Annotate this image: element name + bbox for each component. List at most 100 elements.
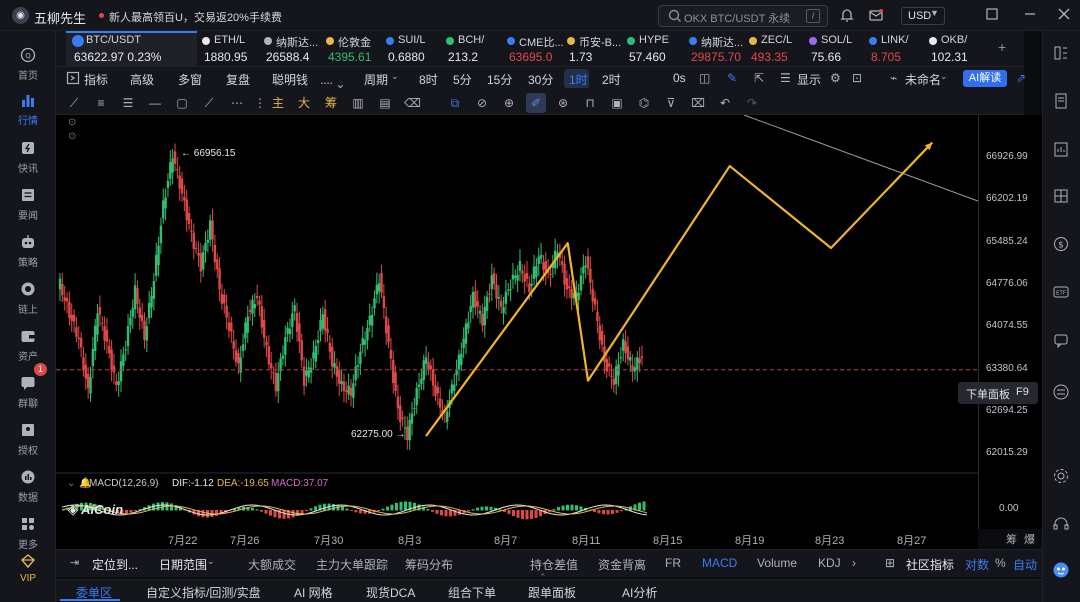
parallel-lines-icon[interactable]: ≡ bbox=[93, 95, 109, 111]
nav-item-7[interactable]: 群聊 bbox=[0, 368, 56, 414]
search-input[interactable]: OKX BTC/USDT 永续 bbox=[684, 10, 790, 26]
chart-type-icon[interactable]: ᠁ ⌄ bbox=[318, 71, 345, 92]
date-range-button[interactable]: 日期范围 bbox=[159, 556, 207, 573]
promo-notice[interactable]: 新人最高领百U，交易返20%手续费 bbox=[109, 9, 282, 25]
ticker-tab[interactable]: SUI/L 0.6880 bbox=[386, 31, 442, 67]
indicator-item[interactable]: 持仓差值 bbox=[530, 556, 578, 573]
period-1h[interactable]: 1时 bbox=[569, 71, 588, 88]
ticker-tab[interactable]: ETH/L 1880.95 bbox=[202, 31, 260, 67]
nav-item-0[interactable]: Q 首页 bbox=[0, 40, 56, 86]
external-link-icon[interactable]: ⇗ bbox=[1016, 71, 1026, 85]
nav-item-3[interactable]: 要闻 bbox=[0, 180, 56, 226]
indicator-item[interactable]: 大额成交 bbox=[248, 556, 296, 573]
ticker-tab[interactable]: 纳斯达... 29875.70 bbox=[689, 31, 745, 67]
pen-icon[interactable]: ✎ bbox=[727, 71, 737, 85]
lock-icon[interactable]: ⊓ bbox=[582, 95, 598, 111]
clipboard-chart-icon[interactable] bbox=[1052, 140, 1070, 158]
document-icon[interactable] bbox=[1052, 92, 1070, 110]
candle-icon[interactable]: ▥ bbox=[350, 95, 366, 111]
camera-icon[interactable]: ◫ bbox=[699, 71, 710, 85]
zoom-in-icon[interactable]: ⊕ bbox=[501, 95, 517, 111]
large-chip-button[interactable]: 大 bbox=[296, 95, 312, 111]
brush-tool-icon[interactable]: ⟋ bbox=[201, 95, 217, 111]
period-2h[interactable]: 2时 bbox=[602, 71, 621, 88]
layout-icon[interactable]: ☰ bbox=[780, 71, 791, 85]
chart-icon[interactable]: ▤ bbox=[377, 95, 393, 111]
bottom-tab[interactable]: 自定义指标/回测/实盘 bbox=[146, 584, 261, 601]
period-5m[interactable]: 5分 bbox=[453, 71, 472, 88]
bottom-tab[interactable]: AI分析 bbox=[622, 584, 657, 601]
visibility-icon[interactable]: ⊛ bbox=[555, 95, 571, 111]
indicator-item[interactable]: 筹码分布 bbox=[405, 556, 453, 573]
filter-icon[interactable]: ⊽ bbox=[663, 95, 679, 111]
zero-seconds[interactable]: 0s bbox=[673, 71, 686, 85]
bottom-tab[interactable]: 现货DCA bbox=[366, 584, 415, 601]
display-button[interactable]: 显示 bbox=[797, 71, 821, 88]
eraser-icon[interactable]: ⌫ bbox=[404, 95, 421, 111]
undo-icon[interactable]: ↶ bbox=[717, 95, 733, 111]
indicator-item[interactable]: 主力大单跟踪 bbox=[316, 556, 388, 573]
share-icon[interactable]: ⇱ bbox=[754, 71, 764, 85]
ruler-icon[interactable]: ⋮ bbox=[252, 95, 268, 111]
settings-icon[interactable] bbox=[1052, 467, 1070, 485]
layout-grid-icon[interactable] bbox=[1052, 44, 1070, 62]
magnet-pen-icon[interactable]: ✐ bbox=[528, 95, 544, 111]
chips-button[interactable]: 筹 bbox=[323, 95, 339, 111]
chips-side-label[interactable]: 筹 bbox=[1006, 531, 1017, 547]
ticker-tab[interactable]: BCH/213.2 bbox=[446, 31, 502, 67]
community-indicators-button[interactable]: 社区指标 bbox=[906, 556, 954, 573]
period-dropdown[interactable]: 周期 bbox=[364, 71, 388, 88]
period-30m[interactable]: 30分 bbox=[528, 71, 553, 88]
dollar-icon[interactable]: $ bbox=[1052, 235, 1070, 253]
minimize-icon[interactable] bbox=[1021, 7, 1039, 25]
ticker-tab[interactable]: SOL/L 75.66 bbox=[809, 31, 865, 67]
indicator-item[interactable]: MACD bbox=[702, 556, 737, 570]
macd-collapse-icon[interactable]: ⌄ bbox=[67, 478, 75, 489]
ticker-tab[interactable]: 纳斯达... 26588.4 bbox=[264, 31, 322, 67]
template-icon[interactable]: ⌁ bbox=[890, 71, 897, 85]
settings-icon[interactable]: ⚙ bbox=[830, 71, 841, 85]
exchange-icon[interactable] bbox=[1052, 383, 1070, 401]
ticker-tab[interactable]: ZEC/L 493.35 bbox=[749, 31, 805, 67]
chat-bubble-icon[interactable] bbox=[1052, 331, 1070, 349]
layers-icon[interactable]: ⌬ bbox=[636, 95, 652, 111]
nav-item-4[interactable]: 策略 bbox=[0, 227, 56, 273]
ticker-tab[interactable]: BTC/USDT 63622.97 0.23% bbox=[66, 31, 196, 67]
chevron-right-icon[interactable]: › bbox=[852, 556, 856, 570]
note-icon[interactable]: ▣ bbox=[609, 95, 625, 111]
main-chip-button[interactable]: 主 bbox=[270, 95, 286, 111]
drag-handle-icon[interactable]: ⌃ bbox=[539, 572, 547, 583]
ticker-tab[interactable]: HYPE 57.460 bbox=[627, 31, 685, 67]
box-icon[interactable]: ⊡ bbox=[852, 71, 862, 85]
nav-item-5[interactable]: 链上 bbox=[0, 274, 56, 320]
nav-item-6[interactable]: 资产 bbox=[0, 321, 56, 367]
rectangle-tool-icon[interactable]: ▢ bbox=[174, 95, 190, 111]
nav-item-11[interactable]: VIP bbox=[0, 546, 56, 592]
line-tool-icon[interactable]: ⟋ bbox=[66, 95, 82, 111]
multi-window-button[interactable]: 多窗 bbox=[178, 71, 202, 88]
close-icon[interactable] bbox=[1055, 7, 1073, 25]
indicator-item[interactable]: KDJ bbox=[818, 556, 841, 570]
template-name-dropdown[interactable]: 未命名 bbox=[905, 71, 941, 88]
locate-to-button[interactable]: 定位到... bbox=[92, 556, 138, 573]
replay-button[interactable]: 复盘 bbox=[226, 71, 250, 88]
period-15m[interactable]: 15分 bbox=[487, 71, 512, 88]
ticker-tab[interactable]: 币安-B... 1.73 bbox=[567, 31, 623, 67]
macd-label[interactable]: MACD(12,26,9) bbox=[89, 478, 158, 489]
indicator-item[interactable]: Volume bbox=[757, 556, 797, 570]
ticker-tab[interactable]: 伦敦金 4395.61 bbox=[326, 31, 384, 67]
nav-item-8[interactable]: 授权 bbox=[0, 415, 56, 461]
restore-window-icon[interactable] bbox=[983, 7, 1001, 25]
ai-interpret-button[interactable]: AI解读 bbox=[963, 70, 1007, 87]
period-8h[interactable]: 8时 bbox=[419, 71, 438, 88]
log-scale-toggle[interactable]: 对数 bbox=[965, 556, 989, 573]
nav-item-1[interactable]: 行情 bbox=[0, 85, 56, 131]
burst-side-label[interactable]: 爆 bbox=[1024, 531, 1035, 547]
nav-item-9[interactable]: 数据 bbox=[0, 462, 56, 508]
ticker-tab[interactable]: OKB/102.31 bbox=[929, 31, 989, 67]
trash-icon[interactable]: ⌧ bbox=[690, 95, 706, 111]
bottom-tab[interactable]: AI 网格 bbox=[294, 584, 333, 601]
grid-icon[interactable] bbox=[1052, 187, 1070, 205]
copy-icon[interactable]: ⧉ bbox=[447, 95, 463, 111]
nav-item-2[interactable]: 快讯 bbox=[0, 133, 56, 179]
